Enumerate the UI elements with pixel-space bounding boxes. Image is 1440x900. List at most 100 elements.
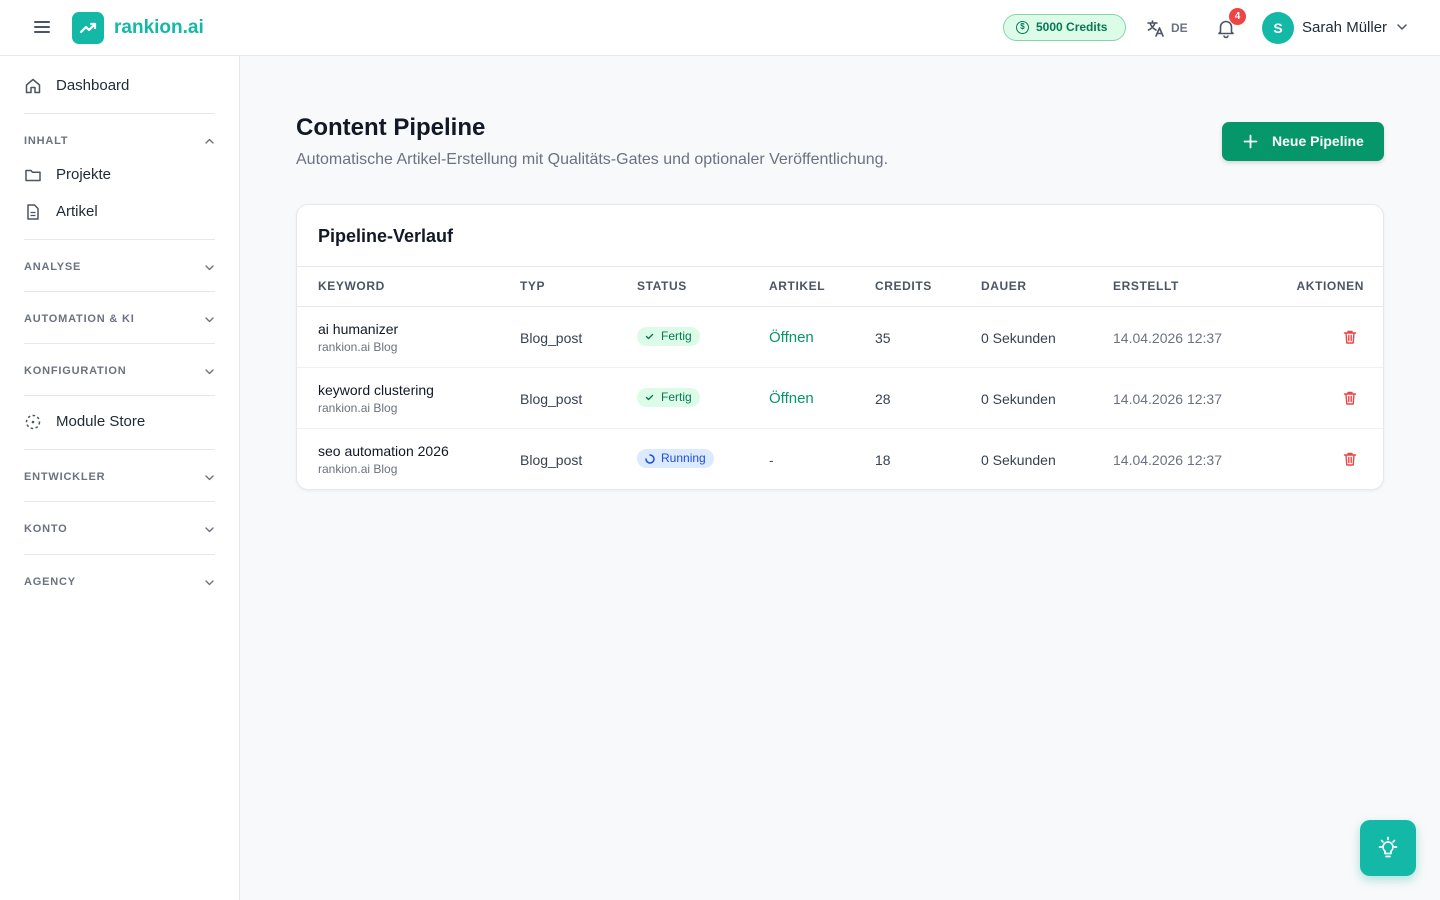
chevron-up-icon [205,138,214,144]
trash-icon[interactable] [1342,390,1358,406]
brand-name[interactable]: rankion.ai [114,16,204,40]
type-cell: Blog_post [520,391,583,407]
language-label: DE [1171,21,1188,35]
credits-cell: 28 [875,391,891,407]
divider [24,501,215,502]
language-switcher[interactable]: DE [1146,17,1188,39]
status-badge: Running [637,449,714,468]
section-label: ENTWICKLER [24,471,106,483]
type-cell: Blog_post [520,330,583,346]
section-konfiguration[interactable]: KONFIGURATION [24,361,215,381]
duration-cell: 0 Sekunden [981,330,1056,346]
table-row: ai humanizer rankion.ai Blog Blog_post F… [297,307,1383,368]
keyword-cell: keyword clustering [318,382,434,398]
chevron-down-icon [205,317,214,323]
chevron-down-icon [1397,24,1407,30]
document-icon [27,204,39,220]
sidebar-item-label: Projekte [56,166,112,183]
duration-cell: 0 Sekunden [981,452,1056,468]
section-label: INHALT [24,135,69,147]
divider [24,554,215,555]
page-title: Content Pipeline [296,114,486,141]
site-cell: rankion.ai Blog [318,462,398,476]
type-cell: Blog_post [520,452,583,468]
spinner-icon [645,454,655,464]
chevron-down-icon [205,580,214,586]
sidebar: Dashboard INHALT Projekte Artikel ANALYS… [0,56,240,900]
chevron-down-icon [205,475,214,481]
status-badge: Fertig [637,327,700,346]
section-automation[interactable]: AUTOMATION & KI [24,309,215,329]
sidebar-item-dashboard[interactable]: Dashboard [24,74,129,98]
section-label: AUTOMATION & KI [24,313,135,325]
open-article-link[interactable]: Öffnen [769,390,814,408]
section-label: KONFIGURATION [24,365,127,377]
card-title: Pipeline-Verlauf [318,226,454,246]
sidebar-item-label: Dashboard [56,77,130,94]
module-icon [25,414,41,430]
column-dauer: DAUER [981,279,1027,293]
user-name: Sarah Müller [1302,19,1388,36]
status-label: Running [661,451,706,465]
trash-icon[interactable] [1342,451,1358,467]
divider [24,449,215,450]
chevron-down-icon [205,265,214,271]
page-subtitle: Automatische Artikel-Erstellung mit Qual… [296,151,889,168]
credits-cell: 35 [875,330,891,346]
section-inhalt[interactable]: INHALT [24,131,215,151]
section-konto[interactable]: KONTO [24,519,215,539]
home-icon [25,78,41,94]
coin-icon: $ [1016,21,1029,34]
sidebar-item-module-store[interactable]: Module Store [24,410,145,434]
sidebar-item-label: Module Store [56,413,146,430]
lightbulb-icon [1378,836,1398,858]
status-badge: Fertig [637,388,700,407]
section-entwickler[interactable]: ENTWICKLER [24,467,215,487]
section-label: AGENCY [24,576,76,588]
avatar: S [1262,12,1294,44]
created-cell: 14.04.2026 12:37 [1113,330,1222,346]
notification-count-badge: 4 [1229,8,1246,25]
table-row: seo automation 2026 rankion.ai Blog Blog… [297,429,1383,489]
credits-badge[interactable]: $ 5000 Credits [1003,14,1126,41]
status-label: Fertig [661,329,692,343]
sidebar-item-artikel[interactable]: Artikel [24,200,98,224]
check-icon [645,394,654,401]
divider [24,291,215,292]
pipeline-history-card: Pipeline-Verlauf KEYWORD TYP STATUS ARTI… [296,204,1384,490]
divider [24,395,215,396]
table-header: KEYWORD TYP STATUS ARTIKEL CREDITS DAUER… [297,266,1383,307]
chevron-down-icon [205,527,214,533]
status-label: Fertig [661,390,692,404]
column-typ: TYP [520,279,546,293]
open-article-link[interactable]: Öffnen [769,329,814,347]
column-erstellt: ERSTELLT [1113,279,1179,293]
new-pipeline-button[interactable]: Neue Pipeline [1222,122,1384,161]
sidebar-item-projekte[interactable]: Projekte [24,163,111,187]
divider [24,113,215,114]
section-agency[interactable]: AGENCY [24,572,215,592]
column-credits: CREDITS [875,279,932,293]
trash-icon[interactable] [1342,329,1358,345]
divider [24,239,215,240]
section-analyse[interactable]: ANALYSE [24,257,215,277]
created-cell: 14.04.2026 12:37 [1113,452,1222,468]
column-aktionen: AKTIONEN [1296,279,1364,293]
brand-logo[interactable] [72,12,104,44]
site-cell: rankion.ai Blog [318,401,398,415]
help-tips-button[interactable] [1360,820,1416,876]
menu-icon[interactable] [30,18,54,38]
duration-cell: 0 Sekunden [981,391,1056,407]
top-bar: rankion.ai $ 5000 Credits DE 4 S Sarah M… [0,0,1440,56]
created-cell: 14.04.2026 12:37 [1113,391,1222,407]
site-cell: rankion.ai Blog [318,340,398,354]
keyword-cell: ai humanizer [318,321,399,337]
column-status: STATUS [637,279,687,293]
chevron-down-icon [205,369,214,375]
credits-label: 5000 Credits [1036,20,1108,34]
divider [24,343,215,344]
translate-icon [1147,20,1164,37]
check-icon [645,333,654,340]
section-label: KONTO [24,523,68,535]
section-label: ANALYSE [24,261,82,273]
